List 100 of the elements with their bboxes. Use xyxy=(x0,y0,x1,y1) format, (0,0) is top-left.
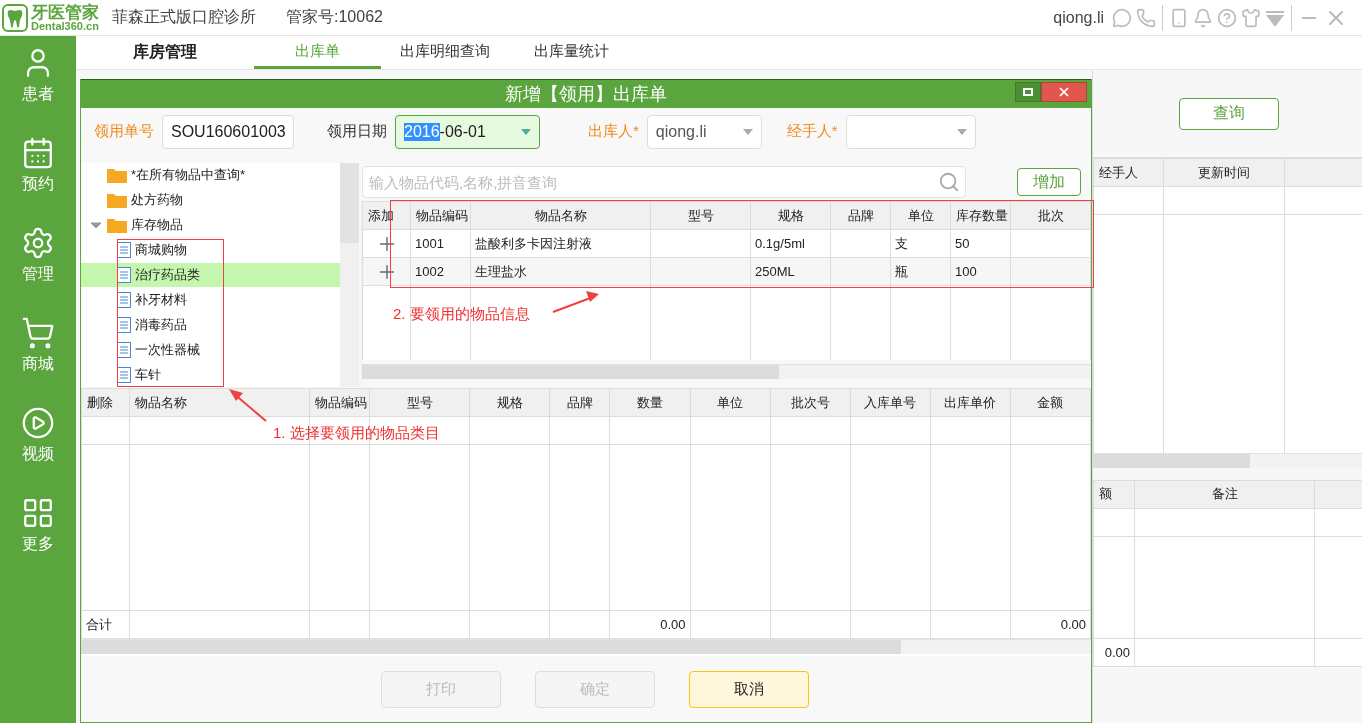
column-header: 备注 xyxy=(1134,480,1315,508)
folder-icon xyxy=(107,167,127,184)
chat-icon[interactable] xyxy=(1112,7,1132,28)
close-button[interactable] xyxy=(1041,82,1087,102)
caret-icon xyxy=(956,128,967,135)
tree-label: *在所有物品中查询* xyxy=(131,166,246,185)
tab[interactable]: 出库量统计 xyxy=(508,36,635,69)
column-header: 额 xyxy=(1093,480,1135,508)
column-header: 数量 xyxy=(610,388,691,417)
column-header: 物品编码 xyxy=(309,388,370,417)
table-cell: 瓶 xyxy=(890,257,951,286)
tree-item[interactable]: 补牙材料 xyxy=(81,287,340,313)
total-cell: 0.00 xyxy=(1010,610,1091,639)
input-field[interactable]: SOU160601003 xyxy=(162,114,294,149)
column-header: 物品名称 xyxy=(470,201,651,230)
cart-icon xyxy=(21,316,55,350)
folder-icon xyxy=(107,192,127,209)
module-title: 库房管理 xyxy=(132,42,198,62)
column-header: 库存数量 xyxy=(950,201,1011,230)
annotation-text: 1. 选择要领用的物品类目 xyxy=(273,424,440,443)
caret-icon xyxy=(521,128,531,135)
tree-label: 治疗药品类 xyxy=(135,266,200,284)
column-header: 经手人 xyxy=(1093,158,1164,187)
table-cell: 1001 xyxy=(410,229,471,258)
column-header: 单位 xyxy=(890,201,951,230)
user-name[interactable]: qiong.li xyxy=(1053,8,1104,27)
column-header: 型号 xyxy=(369,388,470,417)
arrow xyxy=(552,291,599,313)
logo-name: 牙医管家 xyxy=(31,3,99,21)
calendar-icon xyxy=(21,136,55,170)
account-number: 管家号:10062 xyxy=(286,7,383,27)
restore-button[interactable] xyxy=(1015,82,1041,102)
field-label: 出库人* xyxy=(588,122,639,141)
tree-label: 消毒药品 xyxy=(135,315,187,334)
table-cell: 生理盐水 xyxy=(470,257,651,286)
tree-label: 补牙材料 xyxy=(135,290,187,309)
restore-icon xyxy=(1023,88,1033,96)
column-header: 物品编码 xyxy=(410,201,471,230)
total-label: 合计 xyxy=(81,610,130,639)
table-cell: 100 xyxy=(950,257,1011,286)
column-header: 更新时间 xyxy=(1163,158,1285,187)
mobile-icon[interactable] xyxy=(1169,7,1189,28)
table-cell: 0.1g/5ml xyxy=(750,229,831,258)
tree-label: 库存物品 xyxy=(131,216,183,235)
phone-icon[interactable] xyxy=(1136,7,1156,28)
settings-icon xyxy=(21,226,55,260)
tree-label: 处方药物 xyxy=(131,191,183,210)
field-label: 经手人* xyxy=(786,122,838,141)
tree-item[interactable]: 消毒药品 xyxy=(81,312,340,338)
dropdown-icon[interactable] xyxy=(1265,8,1285,27)
help-icon[interactable] xyxy=(1217,7,1237,28)
search-field[interactable]: 输入物品代码,名称,拼音查询 xyxy=(362,166,966,198)
table-cell: 盐酸利多卡因注射液 xyxy=(470,229,651,258)
search-icon[interactable] xyxy=(938,171,960,193)
table-cell: 支 xyxy=(890,229,951,258)
table-cell: 1002 xyxy=(410,257,471,286)
table-cell: 50 xyxy=(950,229,1011,258)
column-header: 单位 xyxy=(690,388,771,417)
field-label: 领用单号 xyxy=(94,122,154,141)
caret-icon[interactable] xyxy=(91,220,103,231)
tree-label: 商城购物 xyxy=(135,241,187,260)
scrollbar[interactable] xyxy=(340,163,359,387)
column-header: 品牌 xyxy=(549,388,610,417)
arrow xyxy=(229,389,267,422)
close-icon xyxy=(1057,85,1071,99)
column-header: 出库单价 xyxy=(930,388,1011,417)
column-header: 型号 xyxy=(650,201,751,230)
tree-item[interactable]: 一次性器械 xyxy=(81,337,340,363)
tree-item[interactable]: *在所有物品中查询* xyxy=(81,163,340,188)
total-cell: 0.00 xyxy=(610,610,691,639)
tree-item[interactable]: 车针 xyxy=(81,362,340,387)
tab[interactable]: 出库明细查询 xyxy=(381,36,508,69)
scrollbar[interactable] xyxy=(81,639,1091,654)
select-field[interactable]: qiong.li xyxy=(646,114,762,149)
tree-label: 一次性器械 xyxy=(135,340,200,359)
table-cell: 250ML xyxy=(750,257,831,286)
tree-item[interactable]: 商城购物 xyxy=(81,237,340,263)
select-field[interactable] xyxy=(845,114,976,149)
dialog-title: 新增【领用】出库单 xyxy=(505,83,667,106)
column-header: 批次号 xyxy=(770,388,851,417)
tree-item[interactable]: 库存物品 xyxy=(81,212,340,238)
grid-icon xyxy=(21,496,55,530)
logo-domain: Dental360.cn xyxy=(31,20,99,32)
tree-label: 车针 xyxy=(135,365,161,384)
column-header: 规格 xyxy=(750,201,831,230)
tree-item[interactable]: 处方药物 xyxy=(81,187,340,213)
shirt-icon[interactable] xyxy=(1241,7,1261,28)
scrollbar[interactable] xyxy=(362,364,1091,379)
tree-item[interactable]: 治疗药品类 xyxy=(81,262,340,288)
column-header: 入库单号 xyxy=(850,388,931,417)
dialog-button[interactable]: 取消 xyxy=(689,670,809,708)
total-cell: 0.00 xyxy=(1093,638,1135,666)
column-header: 物品名称 xyxy=(129,388,310,417)
column-header: 金额 xyxy=(1010,388,1091,417)
bell-icon[interactable] xyxy=(1193,7,1213,28)
column-header: 批次 xyxy=(1010,201,1091,230)
play-icon xyxy=(21,406,55,440)
column-header: 品牌 xyxy=(830,201,891,230)
field-label: 领用日期 xyxy=(327,122,387,141)
date-field[interactable]: 2016-06-01 xyxy=(395,114,540,149)
